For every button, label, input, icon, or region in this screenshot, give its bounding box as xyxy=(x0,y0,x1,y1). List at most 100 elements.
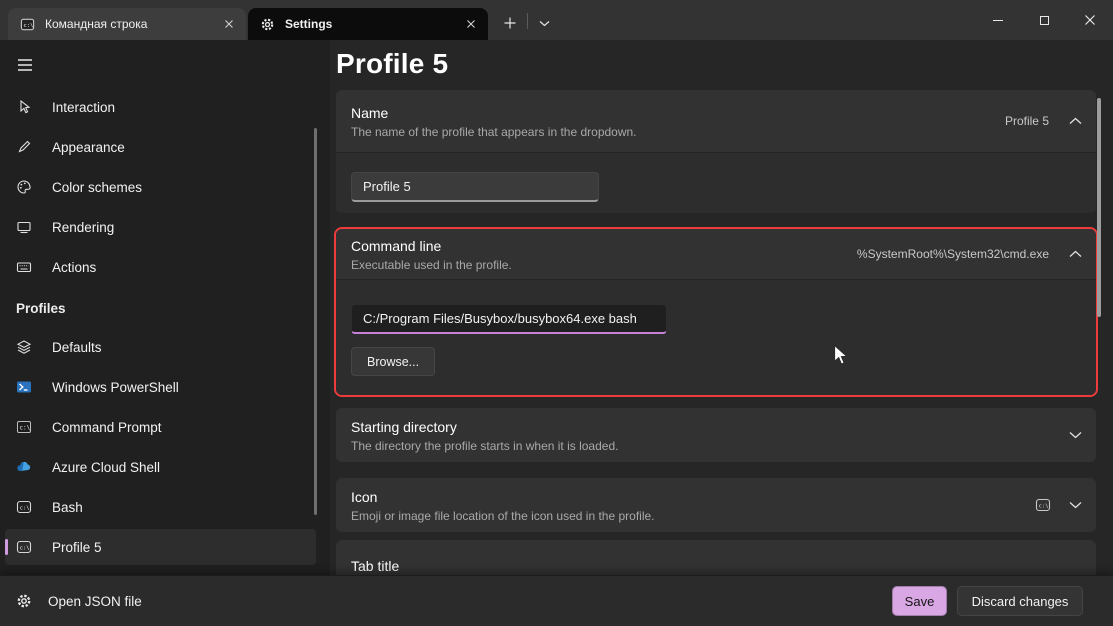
sidebar-item-defaults[interactable]: Defaults xyxy=(5,329,316,365)
settings-sidebar: Interaction Appearance Color schemes Ren… xyxy=(0,40,330,575)
sidebar-item-label: Windows PowerShell xyxy=(52,380,179,395)
tab-title-setting-card: Tab title xyxy=(336,540,1096,575)
azure-cloud-icon xyxy=(16,459,32,475)
keyboard-icon xyxy=(16,259,32,275)
tab-dropdown-button[interactable] xyxy=(531,9,557,37)
name-setting-card: Name The name of the profile that appear… xyxy=(336,90,1096,213)
sidebar-item-label: Command Prompt xyxy=(52,420,162,435)
minimize-button[interactable] xyxy=(975,0,1021,40)
setting-label: Starting directory xyxy=(351,419,1069,435)
command-line-expander-header[interactable]: Command line Executable used in the prof… xyxy=(336,229,1096,279)
close-icon xyxy=(1084,14,1096,26)
tab-label: Settings xyxy=(285,17,462,31)
interaction-icon xyxy=(16,99,32,115)
browse-button[interactable]: Browse... xyxy=(351,347,435,376)
svg-text:c:\: c:\ xyxy=(23,22,33,28)
titlebar[interactable]: c:\ Командная строка Settings xyxy=(0,0,1113,40)
tab-label: Командная строка xyxy=(45,17,220,31)
selection-indicator xyxy=(5,539,8,555)
sidebar-item-bash[interactable]: c:\ Bash xyxy=(5,489,316,525)
chevron-down-icon xyxy=(1069,431,1082,439)
mouse-cursor xyxy=(833,344,849,368)
save-button[interactable]: Save xyxy=(892,586,947,616)
sidebar-item-rendering[interactable]: Rendering xyxy=(5,209,316,245)
tabbar-divider xyxy=(527,13,528,29)
name-expander-content xyxy=(336,152,1096,213)
sidebar-item-label: Actions xyxy=(52,260,96,275)
chevron-up-icon xyxy=(1069,117,1082,125)
chevron-up-icon xyxy=(1069,250,1082,258)
sidebar-item-label: Color schemes xyxy=(52,180,142,195)
setting-description: Emoji or image file location of the icon… xyxy=(351,509,1035,523)
sidebar-item-command-prompt[interactable]: c:\ Command Prompt xyxy=(5,409,316,445)
sidebar-item-label: Rendering xyxy=(52,220,114,235)
discard-changes-button[interactable]: Discard changes xyxy=(957,586,1083,616)
profile-icon-preview: c:\ xyxy=(1035,497,1051,513)
sidebar-item-label: Appearance xyxy=(52,140,125,155)
svg-text:c:\: c:\ xyxy=(20,506,30,512)
sidebar-scrollbar[interactable] xyxy=(314,128,317,515)
command-line-setting-card-highlighted: Command line Executable used in the prof… xyxy=(334,227,1098,397)
footer-bar: Open JSON file Save Discard changes xyxy=(0,575,1113,626)
icon-expander-header[interactable]: Icon Emoji or image file location of the… xyxy=(336,478,1096,532)
sidebar-item-label: Defaults xyxy=(52,340,102,355)
open-json-file-label: Open JSON file xyxy=(48,594,142,609)
console-window-icon: c:\ xyxy=(16,499,32,515)
sidebar-item-windows-powershell[interactable]: Windows PowerShell xyxy=(5,369,316,405)
sidebar-item-label: Bash xyxy=(52,500,83,515)
svg-text:c:\: c:\ xyxy=(20,546,30,552)
setting-label: Name xyxy=(351,105,1005,121)
command-line-input[interactable] xyxy=(351,304,667,334)
command-line-expander-content: Browse... xyxy=(336,279,1096,395)
open-json-file-button[interactable]: Open JSON file xyxy=(16,593,142,609)
page-title: Profile 5 xyxy=(336,48,448,80)
setting-label: Command line xyxy=(351,238,857,254)
cmd-window-icon: c:\ xyxy=(20,17,35,32)
profiles-section-header: Profiles xyxy=(16,301,216,316)
hamburger-menu-button[interactable] xyxy=(8,50,42,80)
sidebar-item-label: Profile 5 xyxy=(52,540,102,555)
starting-directory-setting-card: Starting directory The directory the pro… xyxy=(336,408,1096,462)
svg-text:c:\: c:\ xyxy=(19,425,30,432)
sidebar-item-profile-5[interactable]: c:\ Profile 5 xyxy=(5,529,316,565)
palette-icon xyxy=(16,179,32,195)
gear-icon xyxy=(16,593,32,609)
setting-description: Executable used in the profile. xyxy=(351,258,857,272)
new-tab-button[interactable] xyxy=(496,9,524,37)
svg-text:c:\: c:\ xyxy=(1039,504,1049,510)
sidebar-item-appearance[interactable]: Appearance xyxy=(5,129,316,165)
sidebar-item-color-schemes[interactable]: Color schemes xyxy=(5,169,316,205)
layers-icon xyxy=(16,339,32,355)
name-expander-header[interactable]: Name The name of the profile that appear… xyxy=(336,90,1096,152)
close-button[interactable] xyxy=(1067,0,1113,40)
main-scrollbar[interactable] xyxy=(1097,98,1101,317)
appearance-icon xyxy=(16,139,32,155)
tab-settings[interactable]: Settings xyxy=(248,8,488,40)
tab-command-prompt[interactable]: c:\ Командная строка xyxy=(8,8,246,40)
tab-title-expander-header[interactable]: Tab title xyxy=(336,540,1096,575)
tab-close-icon[interactable] xyxy=(220,15,238,33)
sidebar-item-actions[interactable]: Actions xyxy=(5,249,316,285)
profile-name-input[interactable] xyxy=(351,172,599,202)
setting-current-value: Profile 5 xyxy=(1005,114,1049,128)
minimize-icon xyxy=(993,20,1003,21)
setting-label: Icon xyxy=(351,489,1035,505)
setting-description: The directory the profile starts in when… xyxy=(351,439,1069,453)
sidebar-item-label: Interaction xyxy=(52,100,115,115)
sidebar-item-azure-cloud-shell[interactable]: Azure Cloud Shell xyxy=(5,449,316,485)
settings-main-panel: Profile 5 Name The name of the profile t… xyxy=(330,40,1113,575)
console-window-icon: c:\ xyxy=(16,539,32,555)
powershell-icon xyxy=(16,379,32,395)
setting-label: Tab title xyxy=(351,558,1082,574)
maximize-button[interactable] xyxy=(1021,0,1067,40)
windows-terminal-settings-window: c:\ Командная строка Settings xyxy=(0,0,1113,626)
setting-description: The name of the profile that appears in … xyxy=(351,125,1005,139)
setting-current-value: %SystemRoot%\System32\cmd.exe xyxy=(857,247,1049,261)
tab-close-icon[interactable] xyxy=(462,15,480,33)
chevron-down-icon xyxy=(1069,501,1082,509)
gear-icon xyxy=(260,17,275,32)
icon-setting-card: Icon Emoji or image file location of the… xyxy=(336,478,1096,532)
starting-directory-expander-header[interactable]: Starting directory The directory the pro… xyxy=(336,408,1096,462)
maximize-icon xyxy=(1040,16,1049,25)
sidebar-item-interaction[interactable]: Interaction xyxy=(5,89,316,125)
